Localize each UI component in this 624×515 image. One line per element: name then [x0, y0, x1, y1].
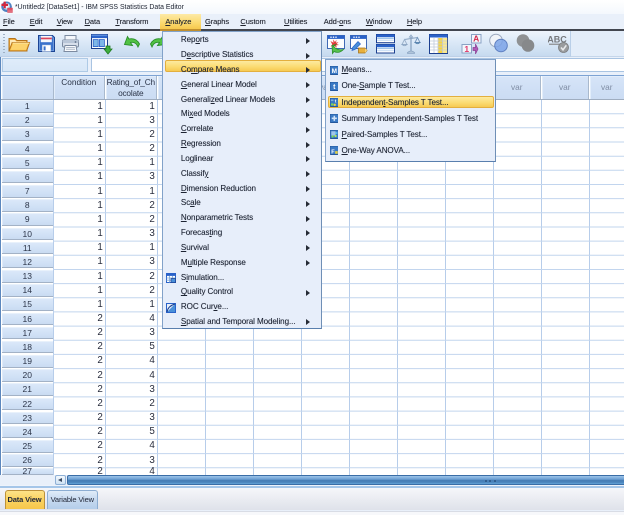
svg-text:F: F: [331, 150, 335, 155]
svg-text:A: A: [473, 33, 479, 43]
svg-text:M: M: [331, 68, 336, 75]
svg-text:1: 1: [464, 43, 469, 53]
